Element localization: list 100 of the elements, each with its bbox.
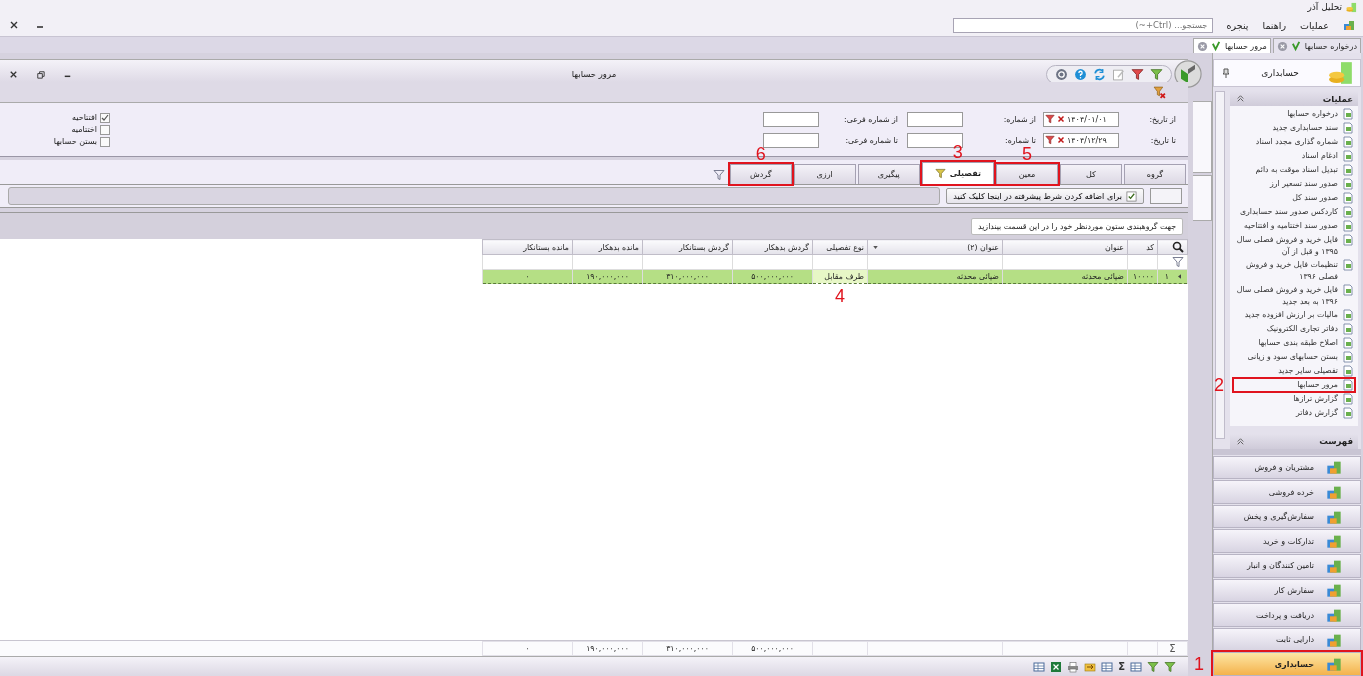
module-button[interactable]: دارایی ثابت [1213,627,1361,652]
collapse-icon[interactable] [1235,435,1246,447]
checkbox-label: اختتامیه [71,125,97,134]
menu-item[interactable]: راهنما [1262,19,1286,31]
collapse-icon[interactable] [1235,93,1246,104]
sum-symbol: Σ [1157,641,1188,656]
annotation-number: 1 [1194,655,1204,674]
document-icon [1342,284,1354,296]
annotation-number: 2 [1214,376,1224,394]
spreadsheet-icon[interactable] [1050,660,1063,673]
funnel-icon[interactable] [1045,114,1055,124]
number-field[interactable] [763,132,819,148]
scrollbar[interactable] [1215,91,1225,439]
side-panel-tab[interactable] [1193,101,1212,173]
boxes-icon [1326,656,1342,673]
filter-cell[interactable] [1002,254,1128,270]
checkbox[interactable] [100,136,110,147]
sidebar-title: حسابداری [1260,68,1300,78]
funnel-icon[interactable] [1045,135,1055,145]
sum-button[interactable]: Σ [1118,661,1125,672]
annotation-number: 6 [755,145,766,163]
empty-field[interactable] [1150,188,1182,204]
search-field[interactable]: جستجو... (Ctrl+~) [952,17,1213,33]
funnel-icon[interactable] [1131,67,1144,81]
window-title: مرور حسابها [571,69,617,79]
document-icon [1342,220,1354,232]
filter-cell[interactable] [642,254,733,270]
boxes-icon [1326,459,1342,476]
search-icon[interactable] [1172,241,1184,253]
app-icon [1346,1,1357,13]
refresh-icon[interactable] [1093,67,1106,81]
document-tab[interactable]: درخواره حسابها [1272,38,1361,53]
checkbox[interactable] [100,124,110,135]
funnel-icon[interactable] [1150,67,1163,81]
help-icon[interactable] [1074,67,1087,81]
module-button[interactable]: دریافت و پرداخت [1213,603,1361,627]
edit-icon[interactable] [1112,67,1125,81]
filter-cell[interactable] [482,254,573,270]
side-panel-tab[interactable] [1193,175,1212,221]
document-icon [1342,206,1354,218]
filter-cell[interactable] [867,254,1003,270]
boxes-icon [1326,533,1342,550]
menu-item[interactable]: پنجره [1226,19,1249,31]
filter-cell[interactable] [812,254,868,270]
section-title: عملیات [1322,93,1353,104]
grid-icon[interactable] [1101,660,1114,673]
grid-icon[interactable] [1033,660,1046,673]
settings-icon[interactable] [1055,67,1068,81]
checkmark-icon [1210,40,1222,52]
module-button[interactable]: خرده فروشی [1213,480,1361,504]
document-icon [1342,309,1354,321]
tab[interactable]: گروه [1124,164,1186,184]
funnel-icon[interactable] [712,168,725,181]
section-header[interactable]: عملیات [1230,91,1358,106]
filter-cell[interactable] [1127,254,1158,270]
number-field[interactable] [763,111,819,127]
clear-icon[interactable] [1056,114,1066,124]
tab[interactable]: ارزی [793,164,856,184]
module-button[interactable]: سفارش‌گیری و پخش [1213,504,1361,529]
checkmark-icon [1290,40,1302,52]
funnel-icon[interactable] [1147,660,1159,673]
grid-icon[interactable] [1130,660,1142,673]
advanced-filter-button[interactable]: برای اضافه کردن شرط پیشرفته در اینجا کلیک کنید [946,188,1144,204]
printer-icon[interactable] [1067,660,1080,673]
export-icon[interactable] [1084,660,1097,673]
document-icon [1342,407,1354,419]
menu-item[interactable]: عملیات [1300,19,1329,31]
document-icon [1342,164,1354,176]
checkbox[interactable] [100,112,110,123]
row-pointer-icon [1175,272,1184,281]
app-menu-icon[interactable] [1343,19,1355,31]
close-icon[interactable] [8,19,20,31]
section-header[interactable]: فهرست [1230,433,1358,449]
document-icon [1342,150,1354,162]
date-field[interactable]: ۱۴۰۴/۰۱/۰۱ [1043,111,1119,127]
filter-cell[interactable] [572,254,643,270]
document-icon [1342,379,1354,391]
restore-icon[interactable] [35,68,46,80]
funnel-x-icon[interactable] [1153,85,1166,99]
module-button[interactable]: تامین کنندگان و انبار [1213,554,1361,578]
annotation-number: 4 [835,287,845,305]
boxes-icon [1326,607,1342,623]
filter-cell[interactable] [732,254,813,270]
document-icon [1342,351,1354,363]
funnel-icon[interactable] [1172,256,1184,268]
tab[interactable]: کل [1060,164,1122,184]
tab[interactable]: پیگیری [857,164,920,184]
module-button[interactable]: مشتریان و فروش [1213,455,1361,480]
pin-icon[interactable] [1220,67,1232,79]
date-field[interactable]: ۱۴۰۴/۱۲/۲۹ [1043,132,1119,148]
number-field[interactable] [907,111,963,127]
clear-icon[interactable] [1056,135,1066,145]
module-button[interactable]: سفارش کار [1213,578,1361,603]
document-tab[interactable]: مرور حسابها [1192,38,1271,53]
checkbox-label: بستن حسابها [53,137,97,146]
module-button[interactable]: تدارکات و خرید [1213,529,1361,554]
column-header[interactable] [1157,239,1188,255]
funnel-icon[interactable] [1164,660,1176,673]
boxes-icon [1326,484,1342,501]
document-icon [1342,178,1354,190]
